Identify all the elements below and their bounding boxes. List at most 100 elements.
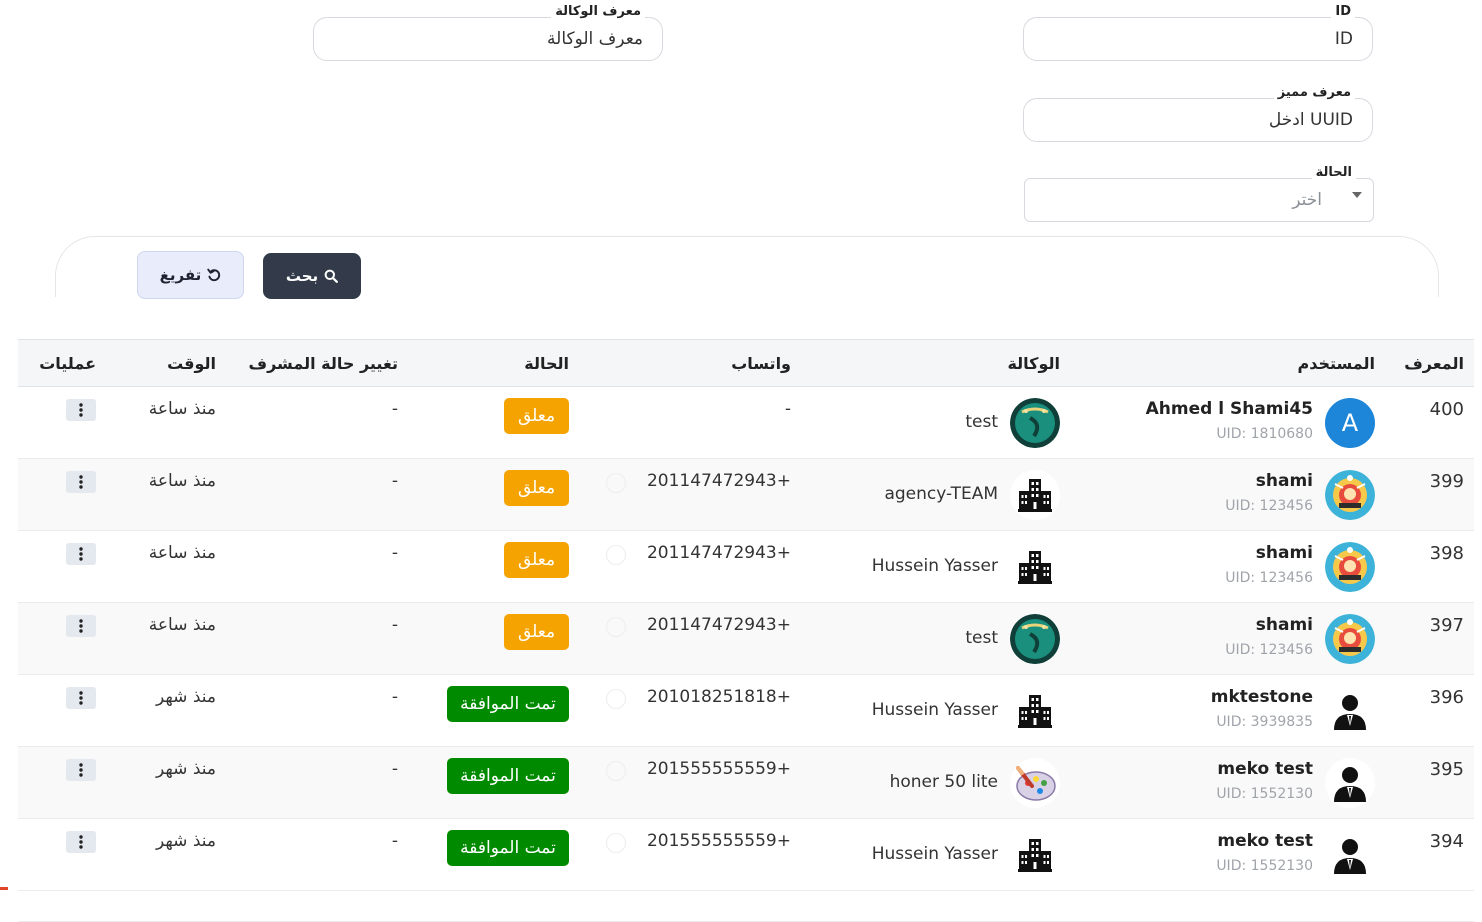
user-avatar-badge[interactable] xyxy=(1325,470,1375,520)
user-avatar-letter[interactable]: A xyxy=(1325,398,1375,448)
agency-id-value: معرف الوكالة xyxy=(547,29,643,49)
user-name[interactable]: shami xyxy=(1256,471,1313,491)
user-uid: UID: 123456 xyxy=(1225,570,1313,586)
whatsapp-number[interactable]: 201147472943+ xyxy=(647,615,791,635)
user-name[interactable]: meko test xyxy=(1217,831,1313,851)
more-vertical-icon[interactable] xyxy=(66,687,96,709)
user-silhouette-icon[interactable] xyxy=(1325,686,1375,736)
buildings-icon xyxy=(1010,470,1060,520)
header-time[interactable]: الوقت xyxy=(167,354,216,373)
whatsapp-icon xyxy=(606,545,626,565)
user-uid: UID: 1552130 xyxy=(1216,858,1313,874)
table-row[interactable]: 394 meko test UID: 1552130 Hussein Yasse… xyxy=(18,819,1474,891)
green-ring-icon xyxy=(1010,398,1060,448)
more-vertical-icon[interactable] xyxy=(66,615,96,637)
user-avatar-badge[interactable] xyxy=(1325,614,1375,664)
status-label: الحالة xyxy=(1311,164,1356,182)
user-uid: UID: 3939835 xyxy=(1216,714,1313,730)
whatsapp-number[interactable]: - xyxy=(785,399,791,419)
user-name[interactable]: Ahmed l Shami45 xyxy=(1146,399,1313,419)
more-vertical-icon[interactable] xyxy=(66,471,96,493)
reset-button[interactable]: تفريغ xyxy=(137,251,244,299)
whatsapp-icon xyxy=(606,761,626,781)
row-id: 396 xyxy=(1429,687,1464,708)
table-body: 400 A Ahmed l Shami45 UID: 1810680 test … xyxy=(18,387,1474,891)
more-vertical-icon[interactable] xyxy=(66,831,96,853)
agency-name[interactable]: Hussein Yasser xyxy=(872,844,998,864)
whatsapp-number[interactable]: 201555555559+ xyxy=(647,759,791,779)
whatsapp-number[interactable]: 201147472943+ xyxy=(647,471,791,491)
table-row[interactable]: 397 shami UID: 123456 test 201147472943+… xyxy=(18,603,1474,675)
status-badge: معلق xyxy=(504,470,569,506)
more-vertical-icon[interactable] xyxy=(66,759,96,781)
supervisor-status: - xyxy=(391,831,398,851)
supervisor-status: - xyxy=(391,471,398,491)
whatsapp-icon xyxy=(606,473,626,493)
agency-name[interactable]: honer 50 lite xyxy=(890,772,998,792)
id-input[interactable] xyxy=(1023,17,1373,61)
agency-name[interactable]: test xyxy=(965,628,998,648)
edge-marker xyxy=(0,887,8,890)
row-time: منذ ساعة xyxy=(148,471,216,491)
header-user[interactable]: المستخدم xyxy=(1297,354,1375,373)
agency-id-field[interactable]: معرف الوكالة معرف الوكالة xyxy=(313,3,663,61)
table-row[interactable]: 400 A Ahmed l Shami45 UID: 1810680 test … xyxy=(18,387,1474,459)
row-time: منذ ساعة xyxy=(148,399,216,419)
user-uid: UID: 123456 xyxy=(1225,498,1313,514)
search-icon xyxy=(324,269,339,283)
uuid-label: معرف مميز xyxy=(1273,84,1355,102)
row-time: منذ ساعة xyxy=(148,543,216,563)
header-actions: عمليات xyxy=(39,354,96,373)
status-select[interactable]: الحالة اختر xyxy=(1024,164,1374,222)
row-time: منذ شهر xyxy=(155,759,216,779)
header-agency[interactable]: الوكالة xyxy=(1007,354,1060,373)
more-vertical-icon[interactable] xyxy=(66,399,96,421)
status-badge: تمت الموافقة xyxy=(447,830,569,866)
user-uid: UID: 1810680 xyxy=(1216,426,1313,442)
id-field[interactable]: ID ID xyxy=(1023,3,1373,61)
table-row-partial xyxy=(18,891,1474,922)
header-supervisor-status[interactable]: تغيير حالة المشرف xyxy=(249,354,398,373)
agency-name[interactable]: agency-TEAM xyxy=(884,484,998,504)
header-status[interactable]: الحالة xyxy=(524,354,569,373)
user-name[interactable]: shami xyxy=(1256,615,1313,635)
whatsapp-icon xyxy=(606,833,626,853)
agency-name[interactable]: test xyxy=(965,412,998,432)
table-row[interactable]: 396 mktestone UID: 3939835 Hussein Yasse… xyxy=(18,675,1474,747)
supervisor-status: - xyxy=(391,615,398,635)
supervisor-status: - xyxy=(391,399,398,419)
user-avatar-badge[interactable] xyxy=(1325,542,1375,592)
chevron-down-icon[interactable] xyxy=(1352,192,1362,198)
uuid-field[interactable]: معرف مميز ادخل UUID xyxy=(1023,84,1373,142)
table-row[interactable]: 395 meko test UID: 1552130 honer 50 lite… xyxy=(18,747,1474,819)
row-id: 395 xyxy=(1429,759,1464,780)
agency-name[interactable]: Hussein Yasser xyxy=(872,700,998,720)
user-silhouette-icon[interactable] xyxy=(1325,758,1375,808)
whatsapp-number[interactable]: 201018251818+ xyxy=(647,687,791,707)
user-name[interactable]: meko test xyxy=(1217,759,1313,779)
agency-name[interactable]: Hussein Yasser xyxy=(872,556,998,576)
status-placeholder: اختر xyxy=(1292,190,1322,210)
whatsapp-number[interactable]: 201147472943+ xyxy=(647,543,791,563)
row-time: منذ شهر xyxy=(155,687,216,707)
whatsapp-number[interactable]: 201555555559+ xyxy=(647,831,791,851)
table-row[interactable]: 398 shami UID: 123456 Hussein Yasser 201… xyxy=(18,531,1474,603)
user-name[interactable]: mktestone xyxy=(1211,687,1313,707)
id-value: ID xyxy=(1334,29,1353,49)
buildings-icon xyxy=(1010,686,1060,736)
status-badge: معلق xyxy=(504,398,569,434)
search-button[interactable]: بحث xyxy=(263,253,361,299)
header-id[interactable]: المعرف xyxy=(1404,354,1464,373)
more-vertical-icon[interactable] xyxy=(66,543,96,565)
row-time: منذ ساعة xyxy=(148,615,216,635)
supervisor-status: - xyxy=(391,543,398,563)
uuid-value: ادخل UUID xyxy=(1268,110,1353,130)
user-silhouette-icon[interactable] xyxy=(1325,830,1375,880)
palette-icon xyxy=(1010,758,1060,808)
row-id: 394 xyxy=(1429,831,1464,852)
id-label: ID xyxy=(1331,3,1355,21)
whatsapp-icon xyxy=(606,689,626,709)
table-row[interactable]: 399 shami UID: 123456 agency-TEAM 201147… xyxy=(18,459,1474,531)
user-name[interactable]: shami xyxy=(1256,543,1313,563)
header-whatsapp[interactable]: واتساب xyxy=(731,354,791,373)
